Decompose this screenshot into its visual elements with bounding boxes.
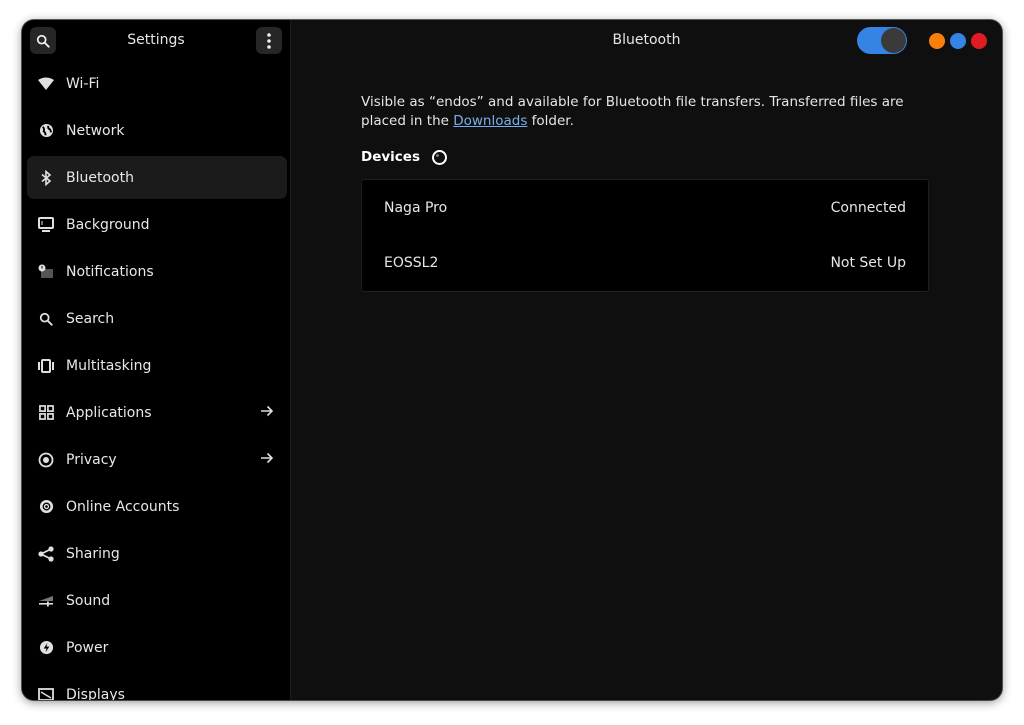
sidebar-item-label: Background: [66, 216, 150, 233]
devices-heading-label: Devices: [361, 149, 420, 165]
arrow-right-icon: [261, 452, 274, 464]
sharing-icon: [38, 545, 54, 562]
sidebar-item-label: Privacy: [66, 451, 117, 468]
applications-icon: [38, 405, 54, 421]
sidebar-item-applications[interactable]: Applications: [22, 389, 290, 436]
sidebar-item-label: Online Accounts: [66, 498, 180, 515]
close-button[interactable]: [971, 33, 987, 49]
sidebar-item-sharing[interactable]: Sharing: [22, 530, 290, 577]
sidebar: Settings Wi-Fi Network Bluetooth Backgro…: [22, 20, 291, 700]
sidebar-item-privacy[interactable]: Privacy: [22, 436, 290, 483]
sidebar-item-multitasking[interactable]: Multitasking: [22, 342, 290, 389]
downloads-link[interactable]: Downloads: [453, 113, 527, 129]
sidebar-item-label: Multitasking: [66, 357, 152, 374]
online-accounts-icon: [38, 499, 54, 515]
sidebar-item-bluetooth[interactable]: Bluetooth: [22, 154, 290, 201]
sidebar-item-power[interactable]: Power: [22, 624, 290, 671]
sidebar-item-notifications[interactable]: Notifications: [22, 248, 290, 295]
sidebar-item-label: Notifications: [66, 263, 154, 280]
bluetooth-icon: [38, 169, 54, 186]
device-row[interactable]: Naga Pro Connected: [362, 180, 928, 235]
sidebar-item-label: Applications: [66, 404, 152, 421]
search-icon: [38, 311, 54, 327]
multitasking-icon: [38, 358, 54, 374]
toggle-knob: [881, 28, 906, 53]
power-icon: [38, 640, 54, 656]
sidebar-item-displays[interactable]: Displays: [22, 671, 290, 700]
main-menu-button[interactable]: [256, 27, 282, 54]
sidebar-item-label: Bluetooth: [66, 169, 134, 186]
maximize-button[interactable]: [950, 33, 966, 49]
settings-window: Settings Wi-Fi Network Bluetooth Backgro…: [22, 20, 1002, 700]
searching-spinner-icon: [431, 149, 447, 165]
devices-heading: Devices: [361, 149, 447, 165]
device-name: EOSSL2: [384, 254, 439, 271]
background-icon: [38, 216, 54, 233]
sound-icon: [38, 593, 54, 609]
device-row[interactable]: EOSSL2 Not Set Up: [362, 235, 928, 290]
sidebar-item-label: Sharing: [66, 545, 120, 562]
sidebar-item-network[interactable]: Network: [22, 107, 290, 154]
sidebar-title: Settings: [127, 32, 185, 48]
device-status: Not Set Up: [830, 254, 906, 271]
sidebar-item-label: Sound: [66, 592, 111, 609]
arrow-right-icon: [261, 405, 274, 417]
sidebar-item-label: Network: [66, 122, 125, 139]
sidebar-item-label: Wi-Fi: [66, 75, 100, 92]
network-icon: [38, 123, 54, 139]
wifi-icon: [38, 76, 54, 92]
visibility-description: Visible as “endos” and available for Blu…: [361, 93, 941, 131]
sidebar-item-label: Displays: [66, 686, 125, 701]
sidebar-item-background[interactable]: Background: [22, 201, 290, 248]
description-text-end: folder.: [527, 113, 574, 129]
sidebar-item-online-accounts[interactable]: Online Accounts: [22, 483, 290, 530]
devices-list: Naga Pro Connected EOSSL2 Not Set Up: [361, 179, 929, 292]
sidebar-item-label: Power: [66, 639, 109, 656]
device-name: Naga Pro: [384, 199, 448, 216]
sidebar-item-search[interactable]: Search: [22, 295, 290, 342]
sidebar-header: Settings: [22, 20, 290, 60]
bluetooth-toggle[interactable]: [857, 27, 907, 54]
sidebar-item-sound[interactable]: Sound: [22, 577, 290, 624]
minimize-button[interactable]: [929, 33, 945, 49]
bluetooth-panel: Bluetooth Visible as “endos” and availab…: [291, 20, 1002, 700]
sidebar-item-wifi[interactable]: Wi-Fi: [22, 60, 290, 107]
notifications-icon: [38, 264, 54, 280]
displays-icon: [38, 687, 54, 700]
description-text: Visible as “endos” and available for Blu…: [361, 94, 904, 129]
sidebar-nav: Wi-Fi Network Bluetooth Background Notif…: [22, 60, 290, 700]
sidebar-item-label: Search: [66, 310, 115, 327]
device-status: Connected: [830, 199, 906, 216]
privacy-icon: [38, 452, 54, 468]
kebab-menu-icon: [267, 32, 271, 49]
